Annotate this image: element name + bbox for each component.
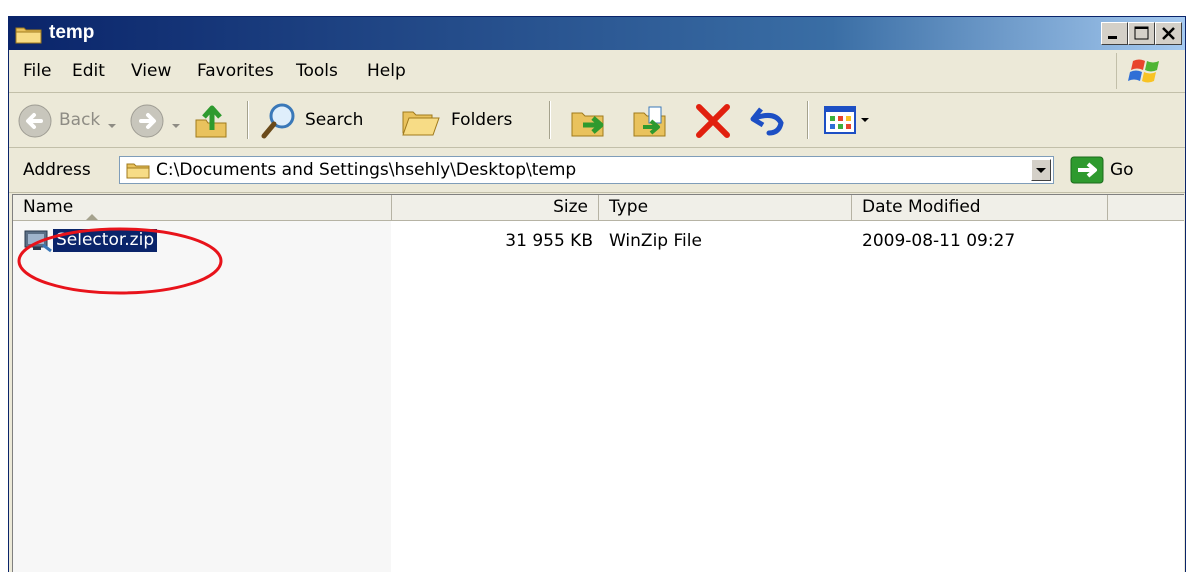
search-button[interactable]: Search — [305, 110, 363, 130]
back-button[interactable]: Back — [59, 110, 100, 130]
undo-icon[interactable] — [749, 101, 789, 145]
move-to-folder-icon[interactable] — [569, 101, 611, 145]
menu-file[interactable]: File — [23, 61, 51, 81]
windows-logo-icon — [1116, 53, 1181, 89]
column-header-date-modified[interactable]: Date Modified — [852, 195, 1108, 220]
address-bar: Address C:\Documents and Settings\hsehly… — [9, 148, 1185, 193]
file-size: 31 955 KB — [505, 231, 593, 251]
menu-help[interactable]: Help — [367, 61, 406, 81]
title-bar[interactable]: temp — [9, 17, 1185, 50]
window-title: temp — [49, 22, 95, 43]
toolbar-separator — [549, 101, 550, 139]
menu-view[interactable]: View — [131, 61, 171, 81]
minimize-button[interactable] — [1101, 22, 1128, 45]
menu-edit[interactable]: Edit — [72, 61, 105, 81]
forward-arrow-icon[interactable] — [129, 103, 165, 143]
search-icon[interactable] — [259, 101, 299, 145]
go-button[interactable]: Go — [1064, 154, 1164, 186]
menu-tools[interactable]: Tools — [296, 61, 338, 81]
close-window-button[interactable] — [1155, 22, 1182, 45]
folders-button[interactable]: Folders — [451, 110, 512, 130]
column-header-row: Name Size Type Date Modified — [13, 195, 1184, 221]
folder-icon — [15, 24, 43, 48]
folder-icon — [126, 160, 150, 184]
column-header-type[interactable]: Type — [599, 195, 852, 220]
file-date-modified: 2009-08-11 09:27 — [862, 231, 1016, 251]
toolbar-separator — [247, 101, 248, 139]
column-header-name[interactable]: Name — [13, 195, 392, 220]
annotation-ellipse — [14, 225, 226, 297]
toolbar-separator — [807, 101, 808, 139]
back-arrow-icon[interactable] — [17, 103, 53, 143]
maximize-button[interactable] — [1128, 22, 1155, 45]
address-path: C:\Documents and Settings\hsehly\Desktop… — [156, 160, 577, 180]
address-dropdown-button[interactable] — [1031, 159, 1051, 181]
go-label: Go — [1110, 160, 1134, 180]
copy-to-folder-icon[interactable] — [631, 101, 673, 145]
file-type: WinZip File — [609, 231, 702, 251]
folders-icon[interactable] — [401, 102, 445, 144]
menu-bar: File Edit View Favorites Tools Help — [9, 50, 1185, 93]
go-arrow-icon — [1070, 156, 1104, 188]
forward-dropdown-icon[interactable] — [171, 115, 181, 134]
views-icon[interactable] — [823, 103, 871, 141]
delete-icon[interactable] — [693, 101, 733, 145]
up-folder-icon[interactable] — [192, 100, 232, 144]
address-input[interactable]: C:\Documents and Settings\hsehly\Desktop… — [119, 156, 1054, 184]
address-label: Address — [23, 160, 91, 180]
column-header-size[interactable]: Size — [392, 195, 599, 220]
menu-favorites[interactable]: Favorites — [197, 61, 274, 81]
standard-toolbar: Back Search Folders — [9, 93, 1185, 148]
back-dropdown-icon[interactable] — [107, 115, 117, 134]
